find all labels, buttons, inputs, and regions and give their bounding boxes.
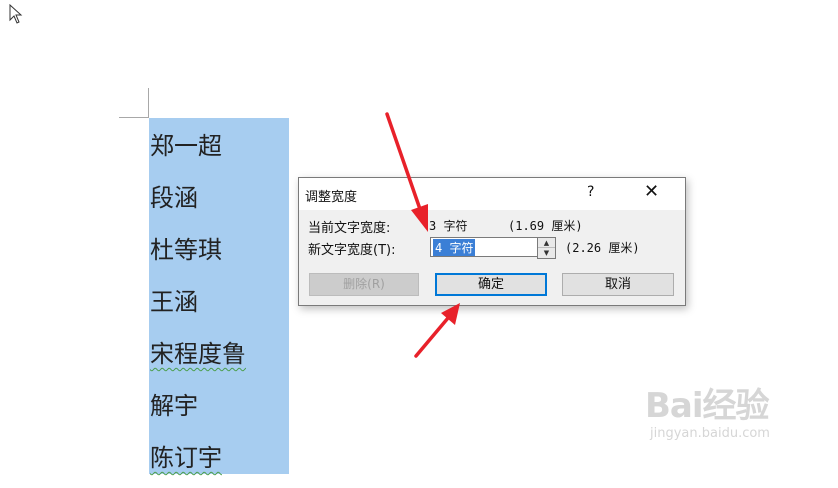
baidu-watermark: Bai经验 jingyan.baidu.com <box>645 378 770 441</box>
arrow-icon <box>414 303 460 358</box>
arrow-icon <box>385 112 428 232</box>
watermark-url: jingyan.baidu.com <box>650 426 770 441</box>
watermark-brand: Bai经验 <box>645 386 770 426</box>
